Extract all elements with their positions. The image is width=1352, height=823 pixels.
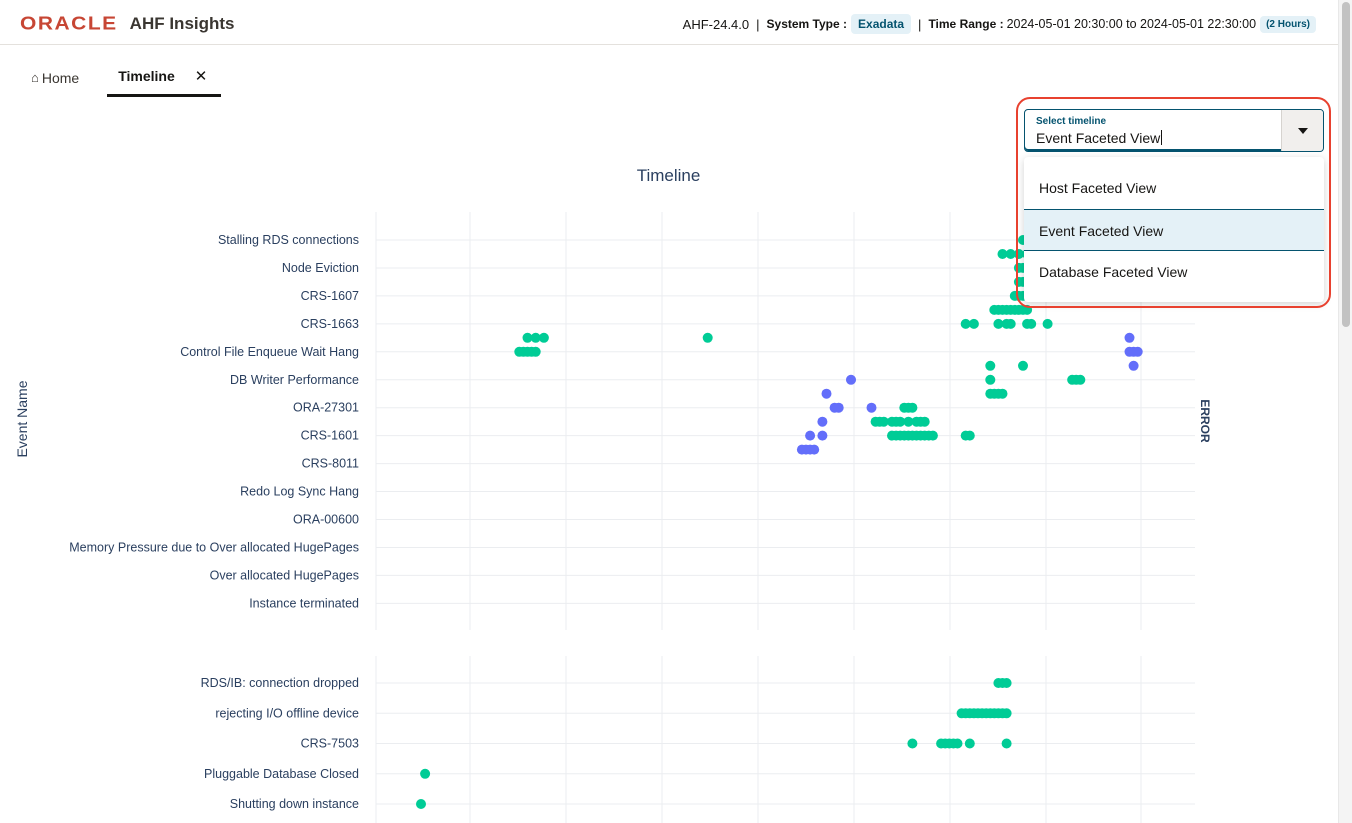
- event-tick-label: ORA-27301: [293, 401, 359, 415]
- event-marker: [1005, 318, 1016, 329]
- event-marker: [907, 402, 918, 413]
- event-marker: [1075, 374, 1086, 385]
- event-marker: [817, 416, 828, 427]
- option-database-faceted-view[interactable]: Database Faceted View: [1024, 251, 1324, 293]
- select-value-input[interactable]: Event Faceted View: [1036, 130, 1163, 146]
- event-tick-label: CRS-1663: [301, 317, 359, 331]
- event-tick-label: Control File Enqueue Wait Hang: [180, 345, 359, 359]
- event-marker: [952, 738, 963, 749]
- event-tick-label: CRS-7503: [301, 737, 359, 751]
- page-scrollbar[interactable]: [1338, 0, 1352, 823]
- event-tick-label: CRS-1607: [301, 289, 359, 303]
- event-marker: [927, 430, 938, 441]
- event-tick-label: rejecting I/O offline device: [215, 706, 359, 720]
- event-marker: [1022, 304, 1033, 315]
- event-marker: [416, 799, 426, 809]
- event-marker: [833, 402, 844, 413]
- event-tick-label: Node Eviction: [282, 261, 359, 275]
- event-marker: [1042, 318, 1053, 329]
- select-caption: Select timeline: [1036, 116, 1107, 127]
- event-marker: [702, 332, 713, 343]
- event-marker: [985, 374, 996, 385]
- event-tick-label: CRS-1601: [301, 429, 359, 443]
- event-marker: [968, 318, 979, 329]
- event-marker: [846, 374, 856, 385]
- timeline-dropdown-menu: Host Faceted View Event Faceted View Dat…: [1024, 157, 1324, 302]
- option-host-faceted-view[interactable]: Host Faceted View: [1024, 167, 1324, 209]
- event-marker: [821, 388, 832, 399]
- event-tick-label: Pluggable Database Closed: [204, 767, 359, 781]
- timeline-select[interactable]: Select timeline Event Faceted View: [1024, 109, 1324, 152]
- event-marker: [1132, 346, 1143, 357]
- option-event-faceted-view[interactable]: Event Faceted View: [1024, 209, 1324, 251]
- event-tick-label: Shutting down instance: [230, 797, 359, 811]
- event-marker: [1026, 318, 1037, 329]
- event-tick-label: RDS/IB: connection dropped: [201, 676, 359, 690]
- text-caret: [1161, 130, 1163, 145]
- event-marker: [866, 402, 877, 413]
- event-marker: [817, 430, 828, 441]
- event-marker: [1018, 360, 1028, 371]
- chevron-down-icon: [1297, 127, 1308, 134]
- event-marker: [809, 444, 820, 455]
- dropdown-toggle-button[interactable]: [1281, 110, 1323, 151]
- event-marker: [538, 332, 549, 343]
- event-tick-label: Memory Pressure due to Over allocated Hu…: [69, 540, 359, 554]
- event-tick-label: ORA-00600: [293, 513, 359, 527]
- event-marker: [1001, 708, 1012, 719]
- event-marker: [1124, 332, 1135, 343]
- event-marker: [1001, 678, 1012, 688]
- event-marker: [1001, 738, 1012, 749]
- event-marker: [919, 416, 930, 427]
- event-tick-label: DB Writer Performance: [230, 373, 359, 387]
- event-marker: [964, 430, 975, 441]
- event-marker: [907, 738, 918, 749]
- event-marker: [964, 738, 975, 749]
- select-value-text: Event Faceted View: [1036, 130, 1161, 146]
- event-marker: [805, 430, 816, 441]
- event-tick-label: CRS-8011: [302, 457, 359, 471]
- event-tick-label: Stalling RDS connections: [218, 233, 359, 247]
- event-marker: [530, 346, 541, 357]
- event-tick-label: Redo Log Sync Hang: [240, 485, 359, 499]
- scrollbar-thumb[interactable]: [1342, 2, 1350, 327]
- event-tick-label: Instance terminated: [249, 596, 359, 610]
- event-marker: [997, 388, 1008, 399]
- event-marker: [1128, 360, 1139, 371]
- event-marker: [420, 768, 431, 779]
- event-tick-label: Over allocated HugePages: [210, 568, 359, 582]
- event-marker: [985, 360, 996, 371]
